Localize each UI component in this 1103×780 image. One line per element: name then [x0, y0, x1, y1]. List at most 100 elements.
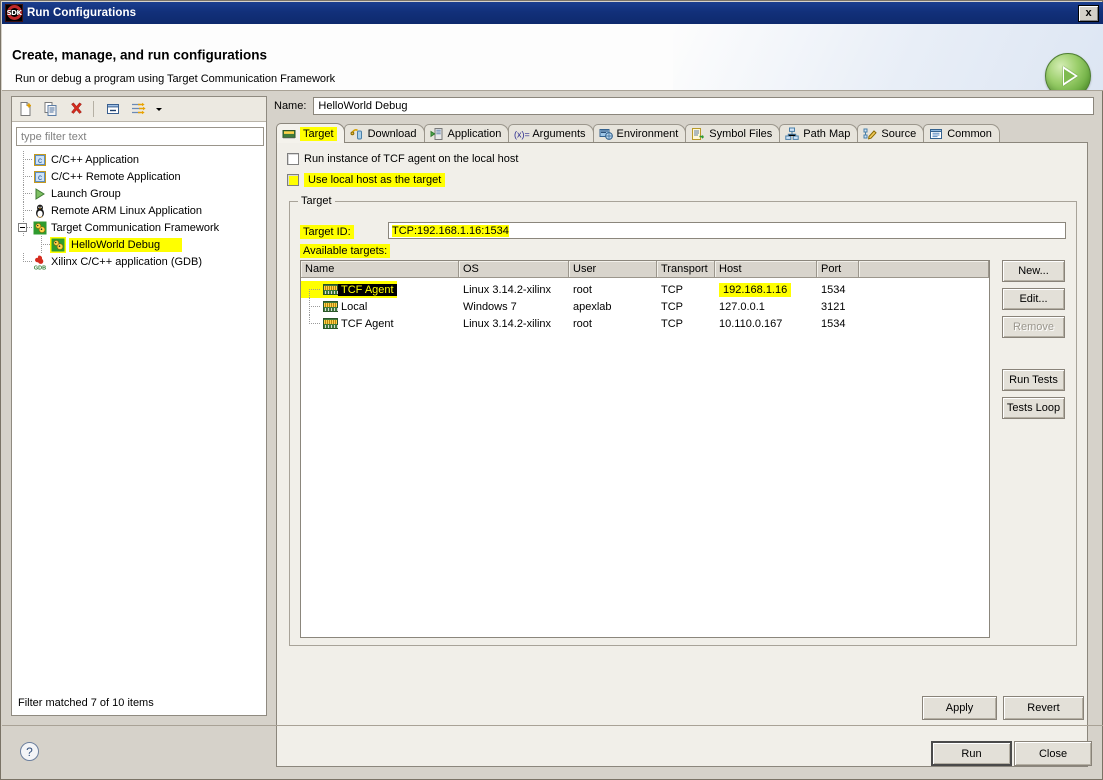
tree-item-target-communication-framework[interactable]: Target Communication Framework — [12, 219, 266, 236]
tree-item-helloworld-debug[interactable]: HelloWorld Debug — [12, 236, 266, 253]
tab-label: Arguments — [532, 128, 586, 140]
tree-expander-collapse-icon[interactable] — [17, 223, 27, 232]
filter-icon[interactable] — [127, 99, 149, 120]
table-cell-port: 3121 — [821, 300, 846, 313]
column-header-transport[interactable]: Transport — [657, 261, 715, 277]
c-app-icon: c — [32, 169, 48, 185]
column-header-user[interactable]: User — [569, 261, 657, 277]
tab-arguments[interactable]: (x)= Arguments — [508, 124, 594, 143]
tab-label: Application — [447, 128, 502, 140]
header-gradient — [673, 24, 1103, 90]
svg-text:c: c — [38, 173, 42, 182]
chip-icon — [323, 318, 338, 329]
name-value: HelloWorld Debug — [318, 100, 408, 112]
download-icon — [350, 127, 364, 141]
svg-text:GDB: GDB — [34, 265, 46, 270]
table-cell-name: TCF Agent — [338, 283, 397, 296]
tree-line — [301, 298, 323, 315]
tab-path-map[interactable]: Path Map — [779, 124, 859, 143]
column-header-host[interactable]: Host — [715, 261, 817, 277]
run-tcf-agent-checkbox-row[interactable]: Run instance of TCF agent on the local h… — [287, 153, 518, 165]
filter-input[interactable]: type filter text — [16, 127, 264, 146]
target-group: Target Target ID: TCP:192.168.1.16:1534 … — [289, 195, 1077, 646]
tab-source[interactable]: Source — [857, 124, 925, 143]
run-tests-button[interactable]: Run Tests — [1002, 369, 1065, 391]
table-cell-user: root — [573, 317, 592, 330]
new-target-button[interactable]: New... — [1002, 260, 1065, 282]
remove-target-button: Remove — [1002, 316, 1065, 338]
filter-status-text: Filter matched 7 of 10 items — [18, 697, 154, 709]
configurations-panel: type filter text c C/C++ Application c C… — [11, 96, 267, 716]
tab-label: Path Map — [803, 128, 851, 140]
svg-text:c: c — [38, 156, 42, 165]
tab-environment[interactable]: Environment — [592, 124, 687, 143]
tab-target[interactable]: Target — [276, 123, 345, 143]
target-name-cell: TCF Agent — [301, 281, 397, 298]
run-configurations-dialog: SDK Run Configurations x Create, manage,… — [0, 0, 1103, 780]
sdk-icon: SDK — [5, 4, 23, 22]
column-header-os[interactable]: OS — [459, 261, 569, 277]
help-question-icon[interactable]: ? — [20, 742, 39, 761]
tab-label: Source — [881, 128, 917, 140]
configurations-tree[interactable]: c C/C++ Application c C/C++ Remote Appli… — [12, 149, 266, 691]
collapse-all-icon[interactable] — [102, 99, 124, 120]
run-button[interactable]: Run — [931, 741, 1012, 766]
tree-item-c-cpp-remote-application[interactable]: c C/C++ Remote Application — [12, 168, 266, 185]
window-title: Run Configurations — [27, 7, 137, 19]
table-row[interactable]: Local Windows 7 apexlab TCP 127.0.0.1 31… — [301, 298, 989, 315]
dialog-header: Create, manage, and run configurations R… — [2, 24, 1103, 90]
table-header-row: Name OS User Transport Host Port — [301, 261, 989, 278]
table-row[interactable]: TCF Agent Linux 3.14.2-xilinx root TCP 1… — [301, 281, 989, 298]
view-menu-chevron-icon[interactable] — [152, 99, 166, 120]
tree-item-remote-arm-linux-application[interactable]: Remote ARM Linux Application — [12, 202, 266, 219]
table-cell-transport: TCP — [661, 283, 683, 296]
tab-label: Download — [367, 128, 417, 140]
table-cell-name: Local — [341, 300, 368, 313]
close-button[interactable]: x — [1078, 4, 1099, 22]
footer-divider — [2, 725, 1103, 726]
path-map-icon — [785, 127, 799, 141]
tcf-icon — [50, 236, 66, 253]
page-title: Create, manage, and run configurations — [12, 47, 268, 63]
run-tcf-agent-label: Run instance of TCF agent on the local h… — [304, 153, 519, 165]
tab-strip: Target Download Application (x)= Argumen… — [276, 123, 1088, 143]
revert-button[interactable]: Revert — [1003, 696, 1084, 720]
close-dialog-button[interactable]: Close — [1014, 741, 1092, 766]
edit-target-button[interactable]: Edit... — [1002, 288, 1065, 310]
application-icon — [430, 127, 444, 141]
tab-common[interactable]: Common — [923, 124, 1000, 143]
use-local-host-checkbox[interactable] — [287, 174, 299, 186]
tab-download[interactable]: Download — [343, 124, 425, 143]
name-input[interactable]: HelloWorld Debug — [313, 97, 1094, 115]
name-label: Name: — [274, 100, 307, 112]
target-id-input[interactable]: TCP:192.168.1.16:1534 — [388, 222, 1066, 239]
new-configuration-icon[interactable] — [15, 99, 37, 120]
page-subtitle: Run or debug a program using Target Comm… — [15, 73, 336, 85]
table-row[interactable]: TCF Agent Linux 3.14.2-xilinx root TCP 1… — [301, 315, 989, 332]
tree-item-c-cpp-application[interactable]: c C/C++ Application — [12, 151, 266, 168]
tree-item-label: C/C++ Application — [51, 153, 140, 166]
tree-item-launch-group[interactable]: Launch Group — [12, 185, 266, 202]
tests-loop-button[interactable]: Tests Loop — [1002, 397, 1065, 419]
target-id-label: Target ID: — [300, 225, 354, 239]
use-local-host-checkbox-row[interactable]: Use local host as the target — [287, 173, 446, 187]
table-cell-name: TCF Agent — [341, 317, 394, 330]
tab-application[interactable]: Application — [423, 124, 510, 143]
tree-item-label: C/C++ Remote Application — [51, 170, 181, 183]
run-tcf-agent-checkbox[interactable] — [287, 153, 299, 165]
target-group-legend: Target — [298, 195, 335, 207]
tree-item-xilinx-c-cpp-application-gdb[interactable]: GDB Xilinx C/C++ application (GDB) — [12, 253, 266, 271]
column-header-port[interactable]: Port — [817, 261, 859, 277]
target-name-cell: TCF Agent — [301, 315, 394, 332]
chip-icon — [282, 127, 296, 141]
delete-configuration-icon[interactable] — [65, 99, 87, 120]
apply-button[interactable]: Apply — [922, 696, 997, 720]
duplicate-configuration-icon[interactable] — [40, 99, 62, 120]
tree-item-label: Launch Group — [51, 187, 121, 200]
column-header-name[interactable]: Name — [301, 261, 459, 277]
table-cell-host: 192.168.1.16 — [719, 282, 792, 297]
available-targets-table[interactable]: Name OS User Transport Host Port TCF Age… — [300, 260, 990, 638]
linux-penguin-icon — [32, 203, 48, 219]
table-cell-transport: TCP — [661, 317, 683, 330]
tab-symbol-files[interactable]: Symbol Files — [685, 124, 781, 143]
